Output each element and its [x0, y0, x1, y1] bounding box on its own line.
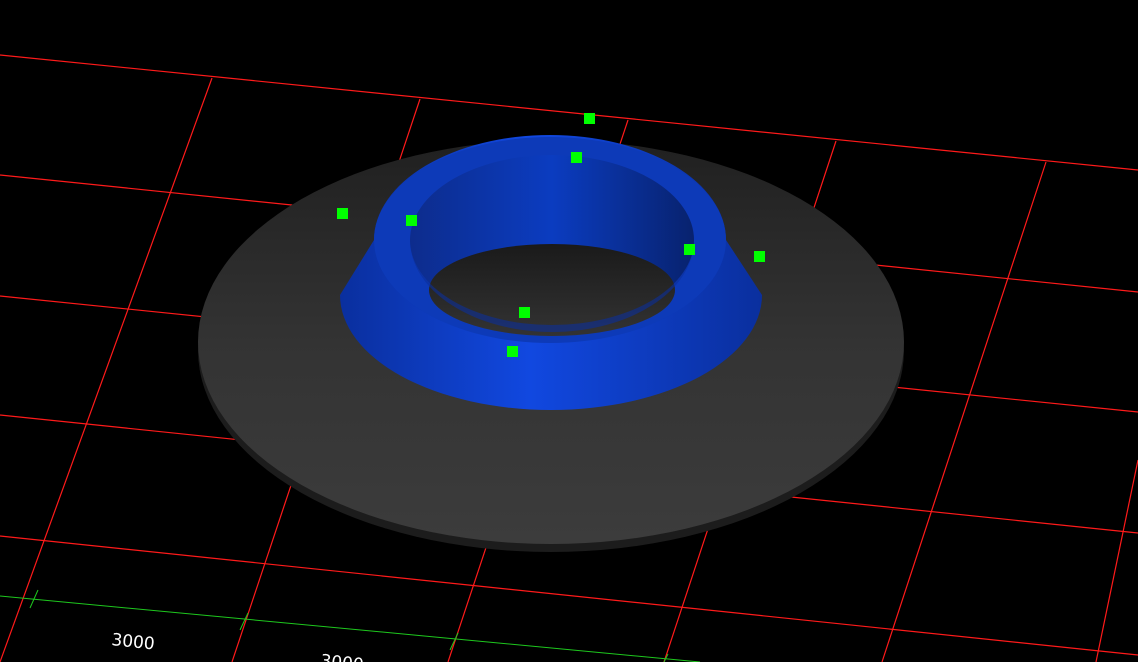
dimension-line	[0, 595, 701, 662]
3d-viewport[interactable]: 3000 3000	[0, 0, 1138, 662]
control-point-handle[interactable]	[337, 208, 348, 219]
control-point-handle[interactable]	[406, 215, 417, 226]
control-point-handle[interactable]	[684, 244, 695, 255]
center-hole	[429, 244, 675, 336]
control-point-handle[interactable]	[507, 346, 518, 357]
dimension-tick	[449, 632, 459, 651]
grid-line	[1095, 459, 1138, 662]
grid-line	[0, 535, 1138, 656]
dimension-label: 3000	[319, 651, 364, 662]
grid-line	[0, 77, 213, 662]
dimension-label: 3000	[110, 630, 155, 654]
control-point-handle[interactable]	[754, 251, 765, 262]
control-point-handle[interactable]	[571, 152, 582, 163]
dimension-lines	[0, 589, 701, 662]
control-point-handle[interactable]	[584, 113, 595, 124]
3d-scene[interactable]: 3000 3000	[0, 0, 1138, 662]
grid-line	[881, 161, 1047, 662]
control-point-handle[interactable]	[519, 307, 530, 318]
